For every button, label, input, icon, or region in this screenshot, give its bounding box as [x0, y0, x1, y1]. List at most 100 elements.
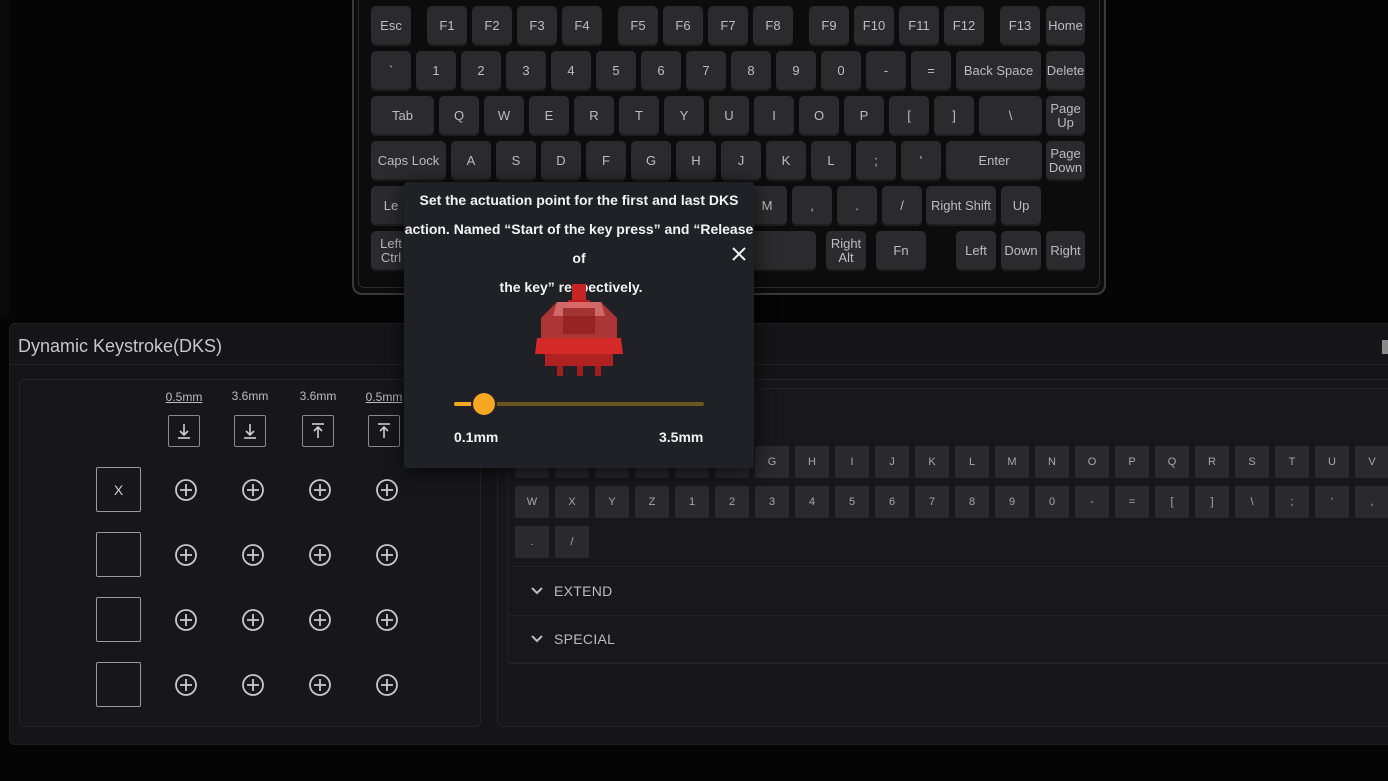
picker-key[interactable]: ]: [1195, 486, 1229, 518]
picker-key[interactable]: K: [915, 446, 949, 478]
key-d[interactable]: D: [541, 141, 581, 181]
column-travel-1[interactable]: 0.5mm: [159, 390, 209, 404]
key-7[interactable]: 7: [686, 51, 726, 91]
picker-key[interactable]: U: [1315, 446, 1349, 478]
key--[interactable]: `: [371, 51, 411, 91]
key-space[interactable]: [744, 231, 816, 271]
picker-key[interactable]: 1: [675, 486, 709, 518]
picker-key[interactable]: Q: [1155, 446, 1189, 478]
dks-key-slot[interactable]: [96, 597, 141, 642]
key-fn[interactable]: Fn: [876, 231, 926, 271]
picker-key[interactable]: .: [515, 526, 549, 558]
picker-key[interactable]: 8: [955, 486, 989, 518]
key-f13[interactable]: F13: [1000, 6, 1040, 46]
key-r[interactable]: R: [574, 96, 614, 136]
picker-key[interactable]: /: [555, 526, 589, 558]
picker-key[interactable]: Y: [595, 486, 629, 518]
add-action-icon[interactable]: [308, 543, 332, 567]
column-travel-3[interactable]: 3.6mm: [293, 389, 343, 403]
picker-key[interactable]: 4: [795, 486, 829, 518]
dks-key-slot[interactable]: [96, 662, 141, 707]
key-f6[interactable]: F6: [663, 6, 703, 46]
picker-key[interactable]: S: [1235, 446, 1269, 478]
key-l[interactable]: L: [811, 141, 851, 181]
add-action-icon[interactable]: [308, 673, 332, 697]
key-p[interactable]: P: [844, 96, 884, 136]
picker-key[interactable]: 3: [755, 486, 789, 518]
picker-key[interactable]: G: [755, 446, 789, 478]
key-6[interactable]: 6: [641, 51, 681, 91]
picker-key[interactable]: 5: [835, 486, 869, 518]
key-e[interactable]: E: [529, 96, 569, 136]
add-action-icon[interactable]: [308, 478, 332, 502]
picker-key[interactable]: ': [1315, 486, 1349, 518]
picker-key[interactable]: ,: [1355, 486, 1388, 518]
picker-key[interactable]: 9: [995, 486, 1029, 518]
key--[interactable]: .: [837, 186, 877, 226]
add-action-icon[interactable]: [375, 673, 399, 697]
key-home[interactable]: Home: [1046, 6, 1085, 46]
add-action-icon[interactable]: [174, 608, 198, 632]
add-action-icon[interactable]: [241, 673, 265, 697]
key-f7[interactable]: F7: [708, 6, 748, 46]
key-3[interactable]: 3: [506, 51, 546, 91]
picker-key[interactable]: X: [555, 486, 589, 518]
picker-key[interactable]: -: [1075, 486, 1109, 518]
key--[interactable]: ]: [934, 96, 974, 136]
add-action-icon[interactable]: [174, 543, 198, 567]
key-f5[interactable]: F5: [618, 6, 658, 46]
picker-key[interactable]: ;: [1275, 486, 1309, 518]
key-q[interactable]: Q: [439, 96, 479, 136]
picker-key[interactable]: 6: [875, 486, 909, 518]
key--[interactable]: /: [882, 186, 922, 226]
picker-key[interactable]: O: [1075, 446, 1109, 478]
key-delete[interactable]: Delete: [1046, 51, 1085, 91]
add-action-icon[interactable]: [174, 673, 198, 697]
key--[interactable]: ,: [792, 186, 832, 226]
key-f[interactable]: F: [586, 141, 626, 181]
key-w[interactable]: W: [484, 96, 524, 136]
picker-key[interactable]: 2: [715, 486, 749, 518]
picker-key[interactable]: L: [955, 446, 989, 478]
dks-key-slot[interactable]: X: [96, 467, 141, 512]
add-action-icon[interactable]: [375, 478, 399, 502]
key--[interactable]: \: [979, 96, 1042, 136]
picker-key[interactable]: V: [1355, 446, 1388, 478]
picker-key[interactable]: =: [1115, 486, 1149, 518]
key-f12[interactable]: F12: [944, 6, 984, 46]
key-page-up[interactable]: Page Up: [1046, 96, 1085, 136]
picker-key[interactable]: [: [1155, 486, 1189, 518]
key--[interactable]: =: [911, 51, 951, 91]
column-travel-4[interactable]: 0.5mm: [359, 390, 409, 404]
picker-key[interactable]: M: [995, 446, 1029, 478]
key-f8[interactable]: F8: [753, 6, 793, 46]
key-s[interactable]: S: [496, 141, 536, 181]
picker-key[interactable]: 7: [915, 486, 949, 518]
key-5[interactable]: 5: [596, 51, 636, 91]
key-f11[interactable]: F11: [899, 6, 939, 46]
key--[interactable]: -: [866, 51, 906, 91]
key-y[interactable]: Y: [664, 96, 704, 136]
picker-key[interactable]: N: [1035, 446, 1069, 478]
key--[interactable]: [: [889, 96, 929, 136]
special-section-toggle[interactable]: SPECIAL: [508, 615, 1388, 663]
key-caps-lock[interactable]: Caps Lock: [371, 141, 446, 181]
add-action-icon[interactable]: [375, 543, 399, 567]
key--[interactable]: ': [901, 141, 941, 181]
key-u[interactable]: U: [709, 96, 749, 136]
picker-key[interactable]: \: [1235, 486, 1269, 518]
key-t[interactable]: T: [619, 96, 659, 136]
key-left[interactable]: Left: [956, 231, 996, 271]
key-down[interactable]: Down: [1001, 231, 1041, 271]
add-action-icon[interactable]: [241, 478, 265, 502]
key-0[interactable]: 0: [821, 51, 861, 91]
actuation-slider-thumb[interactable]: [473, 393, 495, 415]
add-action-icon[interactable]: [241, 543, 265, 567]
key-j[interactable]: J: [721, 141, 761, 181]
key-page-down[interactable]: Page Down: [1046, 141, 1085, 181]
key-esc[interactable]: Esc: [371, 6, 411, 46]
key-enter[interactable]: Enter: [946, 141, 1042, 181]
key-i[interactable]: I: [754, 96, 794, 136]
key--[interactable]: ;: [856, 141, 896, 181]
picker-key[interactable]: J: [875, 446, 909, 478]
